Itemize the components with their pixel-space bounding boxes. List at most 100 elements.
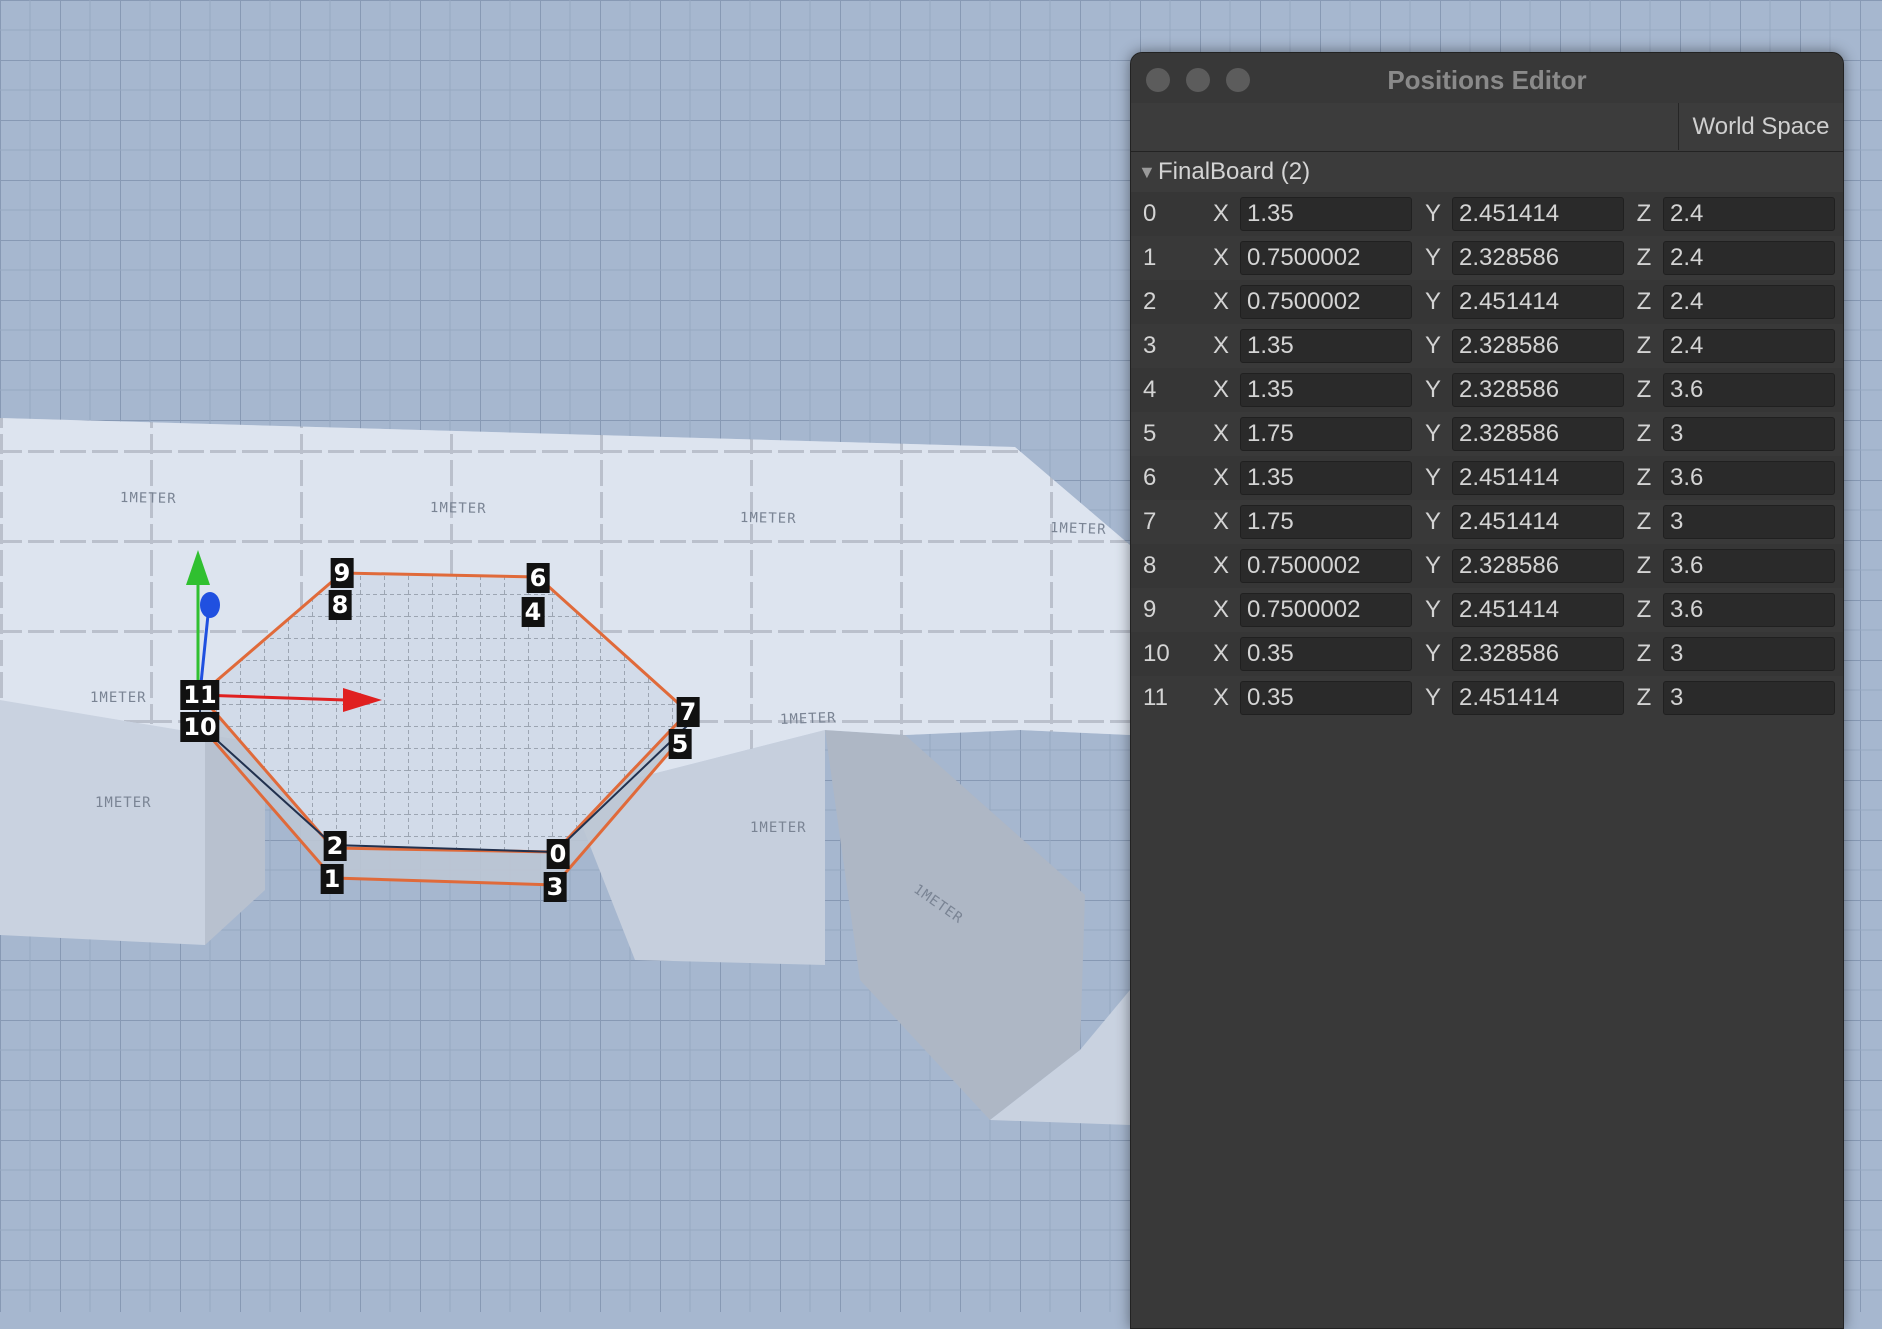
z-axis-label: Z [1636,200,1652,227]
y-field[interactable] [1452,197,1624,231]
z-field[interactable] [1663,593,1835,627]
gizmo-z-arrow [200,592,220,618]
vertex-index: 6 [1143,464,1157,491]
z-axis-label: Z [1636,332,1652,359]
vertex-index: 8 [1143,552,1157,579]
y-field[interactable] [1452,329,1624,363]
x-field[interactable] [1240,549,1412,583]
x-axis-label: X [1212,332,1229,359]
vertex-index: 10 [1143,640,1170,667]
vertex-label[interactable]: 3 [543,872,567,902]
z-field[interactable] [1663,681,1835,715]
meter-label: 1METER [739,510,797,527]
vertex-index: 3 [1143,332,1157,359]
z-field[interactable] [1663,417,1835,451]
vertex-row: 4 X Y Z [1131,368,1843,412]
z-axis-label: Z [1636,464,1652,491]
meter-label: 1METER [429,500,487,517]
vertex-label[interactable]: 5 [668,729,692,759]
meter-label: 1METER [119,490,177,507]
x-field[interactable] [1240,417,1412,451]
y-axis-label: Y [1424,376,1441,403]
vertex-label[interactable]: 6 [526,563,550,593]
meter-label: 1METER [90,690,147,706]
x-axis-label: X [1212,552,1229,579]
x-field[interactable] [1240,681,1412,715]
z-axis-label: Z [1636,420,1652,447]
x-field[interactable] [1240,329,1412,363]
z-axis-label: Z [1636,288,1652,315]
y-field[interactable] [1452,373,1624,407]
vertex-label[interactable]: 9 [330,558,354,588]
y-axis-label: Y [1424,640,1441,667]
x-axis-label: X [1212,376,1229,403]
y-field[interactable] [1452,593,1624,627]
z-axis-label: Z [1636,640,1652,667]
x-axis-label: X [1212,420,1229,447]
y-field[interactable] [1452,285,1624,319]
y-axis-label: Y [1424,332,1441,359]
z-field[interactable] [1663,373,1835,407]
vertex-index: 7 [1143,508,1157,535]
x-field[interactable] [1240,505,1412,539]
x-field[interactable] [1240,373,1412,407]
vertex-row: 6 X Y Z [1131,456,1843,500]
z-axis-label: Z [1636,244,1652,271]
vertex-label[interactable]: 0 [546,839,570,869]
z-field[interactable] [1663,461,1835,495]
z-field[interactable] [1663,637,1835,671]
y-field[interactable] [1452,461,1624,495]
z-axis-label: Z [1636,376,1652,403]
vertex-row: 9 X Y Z [1131,588,1843,632]
z-axis-label: Z [1636,596,1652,623]
x-axis-label: X [1212,508,1229,535]
vertex-label[interactable]: 4 [521,597,545,627]
x-field[interactable] [1240,241,1412,275]
x-field[interactable] [1240,197,1412,231]
vertex-row: 8 X Y Z [1131,544,1843,588]
disclosure-triangle-icon[interactable]: ▼ [1138,152,1156,192]
z-field[interactable] [1663,241,1835,275]
y-axis-label: Y [1424,200,1441,227]
x-field[interactable] [1240,285,1412,319]
vertex-row: 5 X Y Z [1131,412,1843,456]
y-axis-label: Y [1424,288,1441,315]
mesh-group-header[interactable]: ▼ FinalBoard (2) [1131,152,1843,192]
y-field[interactable] [1452,241,1624,275]
vertex-row: 11 X Y Z [1131,676,1843,720]
y-field[interactable] [1452,505,1624,539]
vertex-label[interactable]: 7 [676,697,700,727]
meter-label: 1METER [750,820,807,836]
vertex-label[interactable]: 11 [180,680,220,710]
z-field[interactable] [1663,505,1835,539]
x-axis-label: X [1212,596,1229,623]
x-field[interactable] [1240,593,1412,627]
x-field[interactable] [1240,461,1412,495]
y-field[interactable] [1452,681,1624,715]
vertex-label[interactable]: 8 [328,590,352,620]
z-field[interactable] [1663,197,1835,231]
vertex-index: 11 [1143,684,1168,711]
z-axis-label: Z [1636,508,1652,535]
y-field[interactable] [1452,637,1624,671]
vertex-label[interactable]: 2 [323,831,347,861]
x-axis-label: X [1212,640,1229,667]
z-field[interactable] [1663,329,1835,363]
y-field[interactable] [1452,417,1624,451]
title-bar[interactable]: Positions Editor [1131,53,1843,103]
y-axis-label: Y [1424,420,1441,447]
z-field[interactable] [1663,549,1835,583]
y-axis-label: Y [1424,684,1441,711]
y-field[interactable] [1452,549,1624,583]
space-mode-toggle[interactable]: World Space [1678,103,1843,150]
vertex-label[interactable]: 10 [180,712,220,742]
vertex-index: 4 [1143,376,1157,403]
window-title: Positions Editor [1387,65,1587,95]
vertex-row: 3 X Y Z [1131,324,1843,368]
z-field[interactable] [1663,285,1835,319]
vertex-label[interactable]: 1 [320,864,344,894]
x-field[interactable] [1240,637,1412,671]
board-face [0,700,205,945]
y-axis-label: Y [1424,552,1441,579]
y-axis-label: Y [1424,508,1441,535]
